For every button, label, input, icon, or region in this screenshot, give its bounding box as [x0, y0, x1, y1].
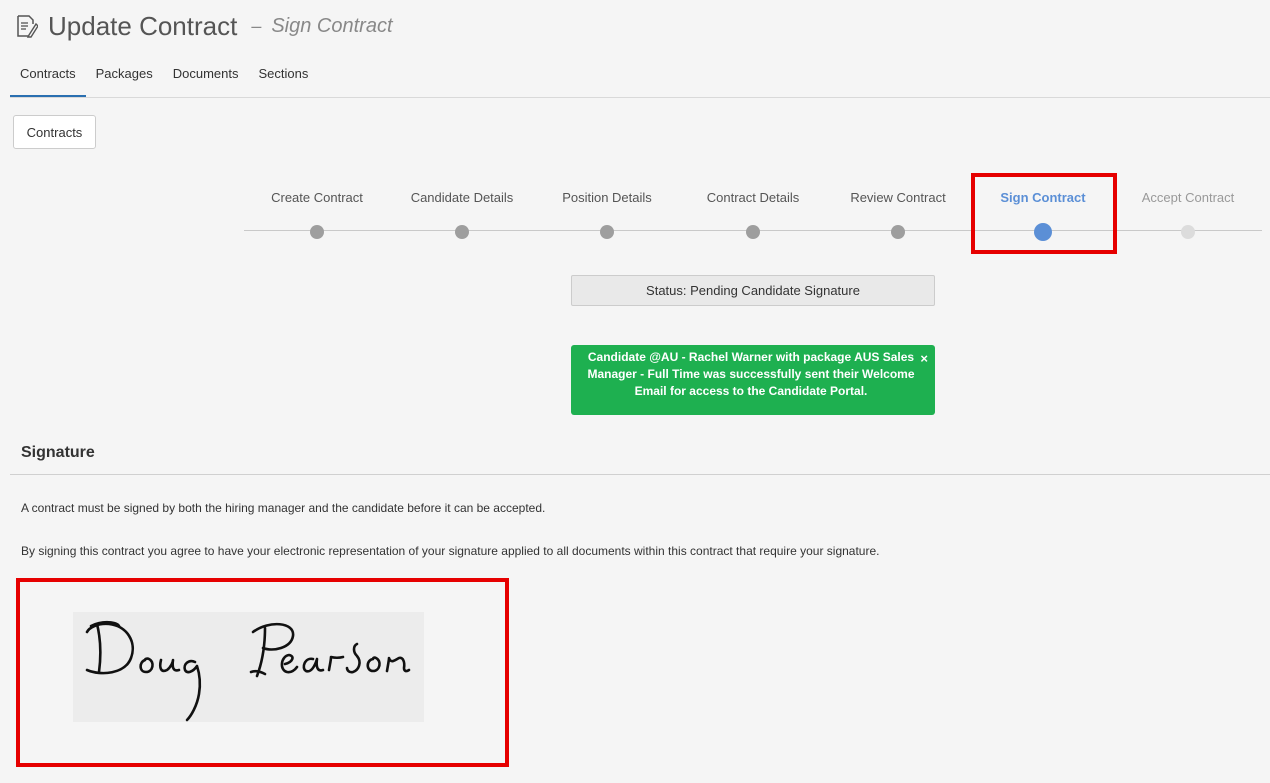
title-separator: – — [251, 15, 262, 36]
signature-instructions: A contract must be signed by both the hi… — [21, 501, 546, 515]
page-header: Update Contract – Sign Contract — [16, 8, 393, 44]
step-dot — [600, 225, 614, 239]
tab-documents[interactable]: Documents — [163, 60, 249, 90]
step-dot — [455, 225, 469, 239]
page-subtitle: Sign Contract — [271, 14, 393, 37]
contracts-button[interactable]: Contracts — [13, 115, 96, 149]
tab-contracts[interactable]: Contracts — [10, 60, 86, 97]
status-bar: Status: Pending Candidate Signature — [571, 275, 935, 306]
step-highlight-box — [971, 173, 1117, 254]
divider — [10, 474, 1270, 475]
signature-highlight-box — [16, 578, 509, 767]
success-alert: Candidate @AU - Rachel Warner with packa… — [571, 345, 935, 415]
step-label: Create Contract — [271, 190, 363, 205]
step-review-contract[interactable]: Review Contract — [828, 190, 968, 239]
close-icon[interactable]: × — [920, 350, 928, 367]
tab-packages[interactable]: Packages — [86, 60, 163, 90]
nav-tabs: Contracts Packages Documents Sections — [10, 60, 1270, 98]
step-dot — [310, 225, 324, 239]
step-candidate-details[interactable]: Candidate Details — [392, 190, 532, 239]
step-create-contract[interactable]: Create Contract — [247, 190, 387, 239]
alert-message: Candidate @AU - Rachel Warner with packa… — [587, 350, 915, 398]
step-contract-details[interactable]: Contract Details — [683, 190, 823, 239]
step-label: Accept Contract — [1141, 190, 1235, 205]
step-label: Contract Details — [706, 190, 800, 205]
step-dot — [891, 225, 905, 239]
signature-consent: By signing this contract you agree to ha… — [21, 544, 880, 558]
step-accept-contract[interactable]: Accept Contract — [1118, 190, 1258, 239]
tab-sections[interactable]: Sections — [248, 60, 318, 90]
step-dot — [746, 225, 760, 239]
signature-heading: Signature — [21, 444, 95, 461]
edit-document-icon — [17, 15, 38, 38]
step-label: Candidate Details — [410, 190, 514, 205]
step-label: Review Contract — [850, 190, 946, 205]
step-dot — [1181, 225, 1195, 239]
step-position-details[interactable]: Position Details — [537, 190, 677, 239]
step-label: Position Details — [562, 190, 652, 205]
page-title: Update Contract — [48, 10, 238, 41]
